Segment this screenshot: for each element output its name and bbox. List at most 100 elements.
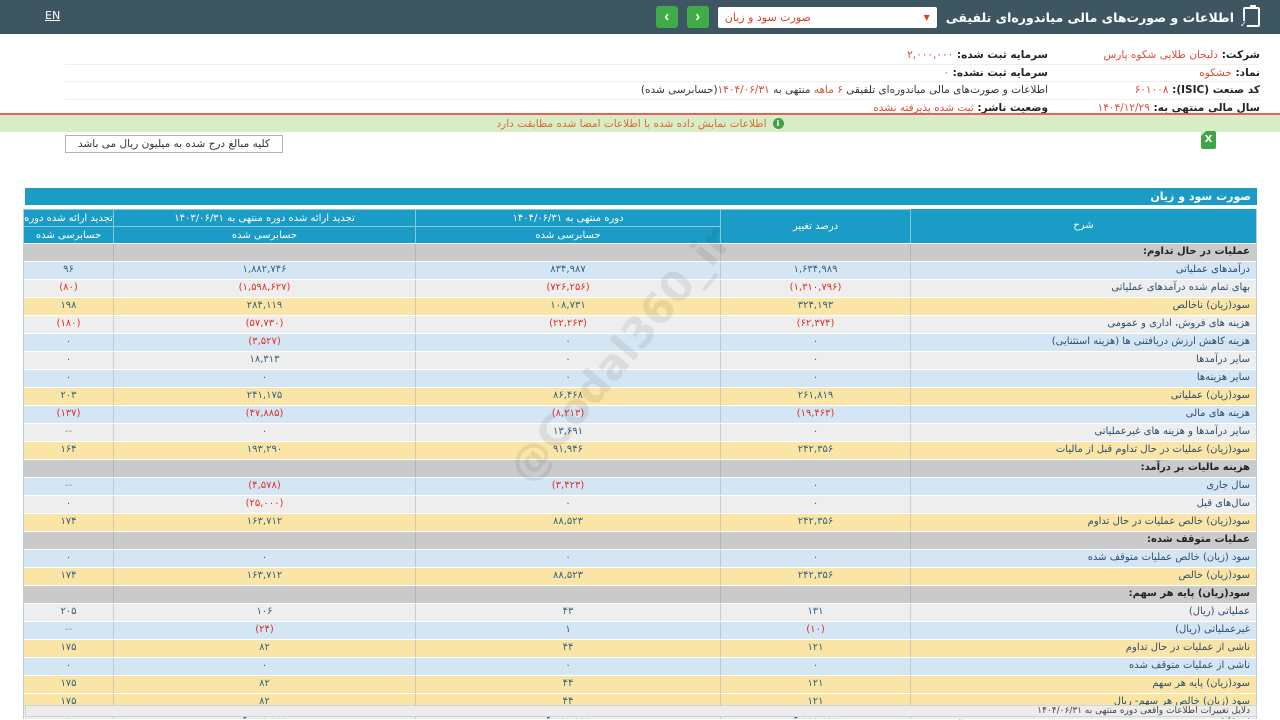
cell-value: ۰ [416,496,721,513]
section-row: هزینه مالیات بر درآمد: [24,459,1256,477]
table-title: صورت سود و زیان [25,188,1257,205]
table-row: غیرعملیاتی (ریال)(۱۰)۱(۲۴)-- [24,621,1256,639]
cell-value [721,586,911,603]
table-row: درآمدهای عملیاتی۱,۶۳۴,۹۸۹۸۳۴,۹۸۷۱,۸۸۲,۷۴… [24,261,1256,279]
cell-value: ۰ [24,334,114,351]
section-row: عملیات در حال تداوم: [24,243,1256,261]
cell-value: ۰ [721,478,911,495]
language-switch-en[interactable]: EN [45,9,60,22]
header-audit-2: حسابرسی شده [114,226,416,243]
cell-value: ۳۲۴,۱۹۳ [721,298,911,315]
cell-value: ۸۸,۵۲۳ [416,514,721,531]
cell-value: ۱۳,۶۹۱ [416,424,721,441]
row-label: سود(زیان) عملیاتی [911,388,1256,405]
table-row: سال‌های قبل۰۰(۲۵,۰۰۰)۰ [24,495,1256,513]
row-label: هزینه های مالی [911,406,1256,423]
cell-value: (۲۴) [114,622,416,639]
prev-statement-button[interactable]: ‹ [687,6,709,28]
cell-value: (۲۲,۲۶۳) [416,316,721,333]
table-header: شرح دوره منتهی به ۱۴۰۴/۰۶/۳۱ تجدید ارائه… [24,209,1256,243]
cell-value: ۴۳ [416,604,721,621]
clipboard-report-icon [1243,7,1260,27]
row-label: غیرعملیاتی (ریال) [911,622,1256,639]
header-audit-1: حسابرسی شده [416,226,721,243]
next-statement-button[interactable]: › [656,6,678,28]
header-percent-change: درصد تغییر [721,209,911,243]
info-right-cell: سال مالی منتهی به: ۱۴۰۴/۱۲/۲۹ [1048,102,1260,114]
info-left-cell: وضعیت ناشر: ثبت شده پذیرفته نشده [65,102,1048,114]
table-row: سود(زیان) ناخالص۳۲۴,۱۹۳۱۰۸,۷۳۱۲۸۴,۱۱۹۱۹۸ [24,297,1256,315]
row-label: هزینه مالیات بر درآمد: [911,460,1256,477]
units-note: کلیه مبالغ درج شده به میلیون ریال می باش… [65,135,283,153]
cell-value: ۱۷۵ [24,640,114,657]
cell-value: ۰ [416,370,721,387]
cell-value: (۱۸۰) [24,316,114,333]
company-info-panel: شرکت: دلیجان طلایی شکوه پارسسرمایه ثبت ش… [65,47,1260,117]
cell-value: ۱۷۴ [24,568,114,585]
statement-select[interactable]: ▼ صورت سود و زیان [718,7,937,28]
cell-value [721,532,911,549]
table-row: عملیاتی (ریال)۱۳۱۴۳۱۰۶۲۰۵ [24,603,1256,621]
info-left-cell: سرمایه ثبت نشده: ۰ [65,67,1048,79]
cell-value [114,586,416,603]
cell-value: (۱۰) [721,622,911,639]
row-label: سایر درآمدها و هزینه های غیرعملیاتی [911,424,1256,441]
header-period-restated-6m: تجدید ارائه شده دوره منتهی به ۱۴۰۳/۰۶/۳۱ [114,209,416,226]
cell-value [114,532,416,549]
codal-statement-page: EN اطلاعات و صورت‌های مالی میاندوره‌ای ت… [0,0,1280,720]
section-row: عملیات متوقف شده: [24,531,1256,549]
table-row: سایر درآمدها۰۰۱۸,۳۱۳۰ [24,351,1256,369]
row-label: هزینه کاهش ارزش دریافتنی ها (هزینه استثن… [911,334,1256,351]
cell-value: (۵۷,۷۳۰) [114,316,416,333]
row-label: سایر هزینه‌ها [911,370,1256,387]
signature-match-text: اطلاعات نمایش داده شده با اطلاعات امضا ش… [497,118,767,130]
header-audit-3: حسابرسی شده [24,226,114,243]
cell-value: (۱,۵۹۸,۶۲۷) [114,280,416,297]
cell-value: ۲۰۵ [24,604,114,621]
cell-value: ۱,۶۳۴,۹۸۹ [721,262,911,279]
cell-value: ۸۳۴,۹۸۷ [416,262,721,279]
info-left-cell: سرمایه ثبت شده: ۲,۰۰۰,۰۰۰ [65,49,1048,61]
table-row: سال جاری۰(۳,۴۲۳)(۴,۵۷۸)-- [24,477,1256,495]
cell-value: ۱۷۵ [24,676,114,693]
cell-value [114,244,416,261]
row-label: هزینه های فروش، اداری و عمومی [911,316,1256,333]
cell-value: ۱۹۸ [24,298,114,315]
cell-value: (۳,۴۲۳) [416,478,721,495]
excel-export-icon[interactable]: X [1201,131,1216,149]
cell-value: (۴,۵۷۸) [114,478,416,495]
row-label: سود(زیان) پایه هر سهم: [911,586,1256,603]
cell-value [24,460,114,477]
cell-value: ۲۶۱,۸۱۹ [721,388,911,405]
cell-value: ۰ [114,370,416,387]
cell-value [721,460,911,477]
cell-value: -- [24,478,114,495]
header-desc: شرح [911,209,1256,243]
cell-value: (۸۰) [24,280,114,297]
cell-value: ۰ [24,496,114,513]
table-row: ناشی از عملیات متوقف شده۰۰۰۰ [24,657,1256,675]
row-label: عملیات در حال تداوم: [911,244,1256,261]
cell-value: ۱۶۳,۷۱۲ [114,568,416,585]
cell-value [24,244,114,261]
row-label: ناشی از عملیات متوقف شده [911,658,1256,675]
cell-value: ۱۲۱ [721,676,911,693]
cell-value: ۰ [24,352,114,369]
cell-value: ۰ [114,424,416,441]
cell-value [721,244,911,261]
row-label: سود(زیان) پایه هر سهم [911,676,1256,693]
cell-value: ۴۴ [416,676,721,693]
cell-value: ۱ [416,622,721,639]
row-label: سایر درآمدها [911,352,1256,369]
cell-value: ۰ [114,550,416,567]
income-table-body: عملیات در حال تداوم:درآمدهای عملیاتی۱,۶۳… [24,243,1256,720]
cell-value: ۰ [721,334,911,351]
table-row: سایر هزینه‌ها۰۰۰۰ [24,369,1256,387]
cell-value: (۱,۳۱۰,۷۹۶) [721,280,911,297]
cell-value: (۲۵,۰۰۰) [114,496,416,513]
cell-value: ۰ [721,658,911,675]
table-row: هزینه های فروش، اداری و عمومی(۶۲,۳۷۴)(۲۲… [24,315,1256,333]
row-label: سود(زیان) عملیات در حال تداوم قبل از مال… [911,442,1256,459]
header-period-current: دوره منتهی به ۱۴۰۴/۰۶/۳۱ [416,209,721,226]
cell-value: ۰ [721,370,911,387]
